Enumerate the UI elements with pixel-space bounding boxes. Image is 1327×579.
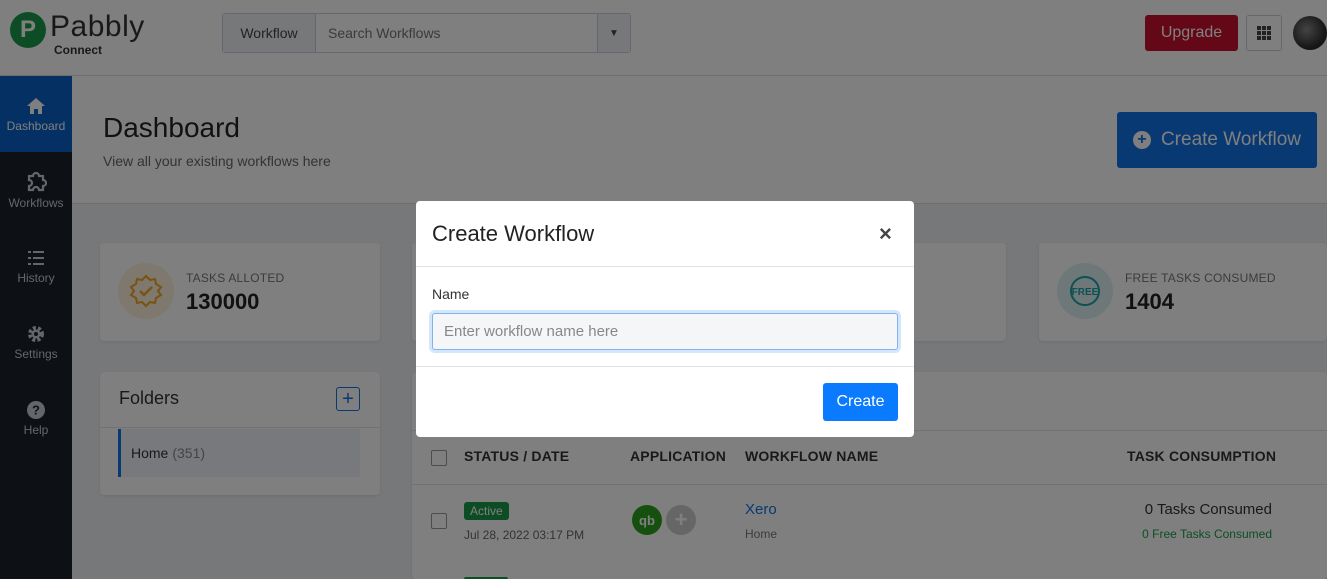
divider — [416, 366, 914, 367]
create-button[interactable]: Create — [823, 383, 898, 421]
workflow-name-input[interactable] — [432, 313, 898, 350]
workflow-name-label: Name — [432, 286, 470, 302]
create-workflow-modal: Create Workflow × Name Create — [416, 201, 914, 437]
close-icon[interactable]: × — [879, 223, 892, 245]
modal-title: Create Workflow — [432, 221, 595, 246]
divider — [416, 266, 914, 267]
